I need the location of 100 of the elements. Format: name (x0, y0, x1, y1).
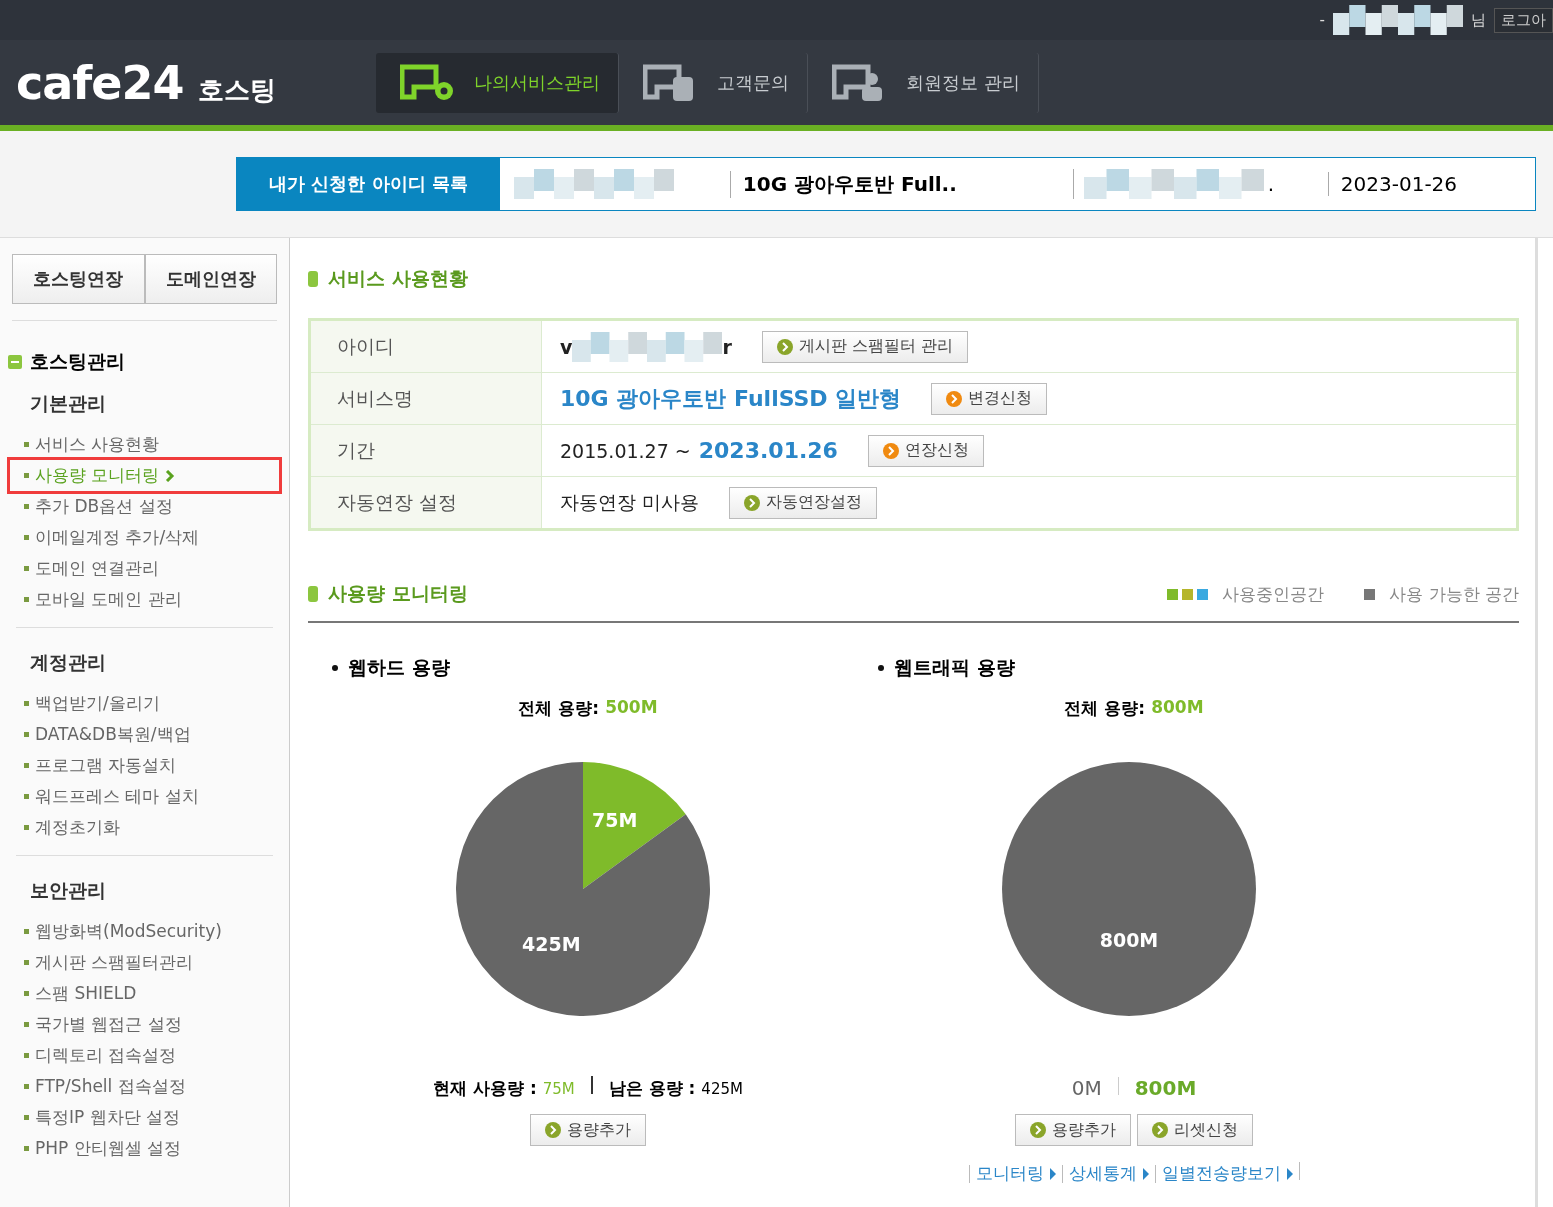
remain-value: 425M (701, 1080, 743, 1098)
dash: - (1319, 11, 1325, 29)
total-value: 500M (605, 697, 658, 719)
dot: . (1267, 172, 1276, 196)
section-title: 사용량 모니터링 (328, 581, 468, 606)
group-title: 계정관리 (30, 650, 107, 675)
bullet-icon (878, 665, 884, 671)
action-button[interactable]: 게시판 스팸필터 관리 (761, 330, 968, 363)
action-button[interactable]: 연장신청 (867, 434, 984, 467)
bullet-icon (332, 665, 338, 671)
sidebar-item[interactable]: 도메인 연결관리 (10, 553, 279, 584)
collapse-icon[interactable] (8, 355, 22, 369)
extend-button[interactable]: 도메인연장 (144, 254, 277, 304)
sidebar-item[interactable]: 추가 DB옵션 설정 (10, 491, 279, 522)
service-value: 10G 광아우토반 FullSSD 일반형 (560, 384, 902, 413)
user-suffix: 님 (1471, 10, 1486, 30)
id-suffix: r (722, 335, 732, 358)
sidebar-item[interactable]: 국가별 웹접근 설정 (10, 1009, 279, 1040)
slice-label: 425M (522, 933, 581, 956)
slice-label: 75M (592, 808, 638, 831)
used-value: 75M (542, 1080, 575, 1098)
nav-tab[interactable]: 고객문의 (619, 52, 808, 113)
monitor-gear-icon (400, 62, 456, 103)
nav-tab[interactable]: 나의서비스관리 (376, 52, 619, 113)
slice-label: 800M (1099, 929, 1159, 951)
sidebar-item[interactable]: 웹방화벽(ModSecurity) (10, 916, 279, 947)
bullet-icon (24, 701, 29, 706)
period-start: 2015.01.27 ~ (560, 440, 691, 462)
bullet-icon (24, 960, 29, 965)
sidebar-item[interactable]: FTP/Shell 접속설정 (10, 1071, 279, 1102)
action-button[interactable]: 용량추가 (530, 1114, 646, 1146)
bullet-icon (24, 929, 29, 934)
bullet-icon (24, 1084, 29, 1089)
bullet-icon (24, 1053, 29, 1058)
chevron-icon (165, 469, 176, 482)
row-label: 기간 (311, 425, 542, 476)
arrow-circle-icon (545, 1122, 561, 1138)
sidebar-item[interactable]: 계정초기화 (10, 812, 279, 843)
sidebar-item[interactable]: 서비스 사용현황 (10, 429, 279, 460)
bullet-icon (24, 442, 29, 447)
id-prefix: v (560, 335, 573, 358)
bullet-icon (24, 504, 29, 509)
sidebar-item[interactable]: 프로그램 자동설치 (10, 750, 279, 781)
action-button[interactable]: 자동연장설정 (729, 486, 878, 519)
panel-title: 웹하드 용량 (348, 655, 450, 680)
group-title: 기본관리 (30, 391, 107, 416)
title-icon (308, 586, 318, 602)
sidebar-item[interactable]: 스팸 SHIELD (10, 978, 279, 1009)
action-button[interactable]: 용량추가 (1015, 1114, 1131, 1146)
logout-button[interactable]: 로그아 (1494, 7, 1553, 33)
link[interactable]: 모니터링 (975, 1162, 1044, 1185)
bullet-icon (24, 763, 29, 768)
legend-label: 사용중인공간 (1222, 582, 1325, 606)
id-list-title: 내가 신청한 아이디 목록 (237, 158, 500, 210)
bullet-icon (24, 1022, 29, 1027)
sidebar-item[interactable]: 특정IP 웹차단 설정 (10, 1102, 279, 1133)
row-value: 자동연장 미사용 (560, 489, 700, 515)
legend-label: 사용 가능한 공간 (1389, 582, 1519, 606)
used-label: 현재 사용량 : (433, 1077, 537, 1100)
remain-label: 남은 용량 : (608, 1077, 696, 1100)
bullet-icon (24, 566, 29, 571)
logo-subtitle: 호스팅 (197, 73, 276, 107)
service-name: 10G 광아우토반 Full.. (729, 170, 1073, 198)
sidebar-item[interactable]: 모바일 도메인 관리 (10, 584, 279, 615)
bullet-icon (24, 991, 29, 996)
sidebar-item[interactable]: DATA&DB복원/백업 (10, 719, 279, 750)
sidebar-item[interactable]: 게시판 스팸필터관리 (10, 947, 279, 978)
row-label: 서비스명 (311, 373, 542, 424)
total-label: 전체 용량: (518, 697, 600, 720)
logo[interactable]: cafe24 (16, 55, 184, 110)
link[interactable]: 상세통계 (1068, 1162, 1137, 1185)
section-title: 서비스 사용현황 (328, 266, 468, 291)
bullet-icon (24, 732, 29, 737)
bullet-icon (24, 825, 29, 830)
action-button[interactable]: 리셋신청 (1137, 1114, 1253, 1146)
row-label: 자동연장 설정 (311, 477, 542, 528)
action-button[interactable]: 변경신청 (931, 382, 1048, 415)
sidebar-item[interactable]: 사용량 모니터링 (10, 460, 279, 491)
extend-button[interactable]: 호스팅연장 (12, 254, 145, 304)
sidebar-item[interactable]: PHP 안티웹셀 설정 (10, 1133, 279, 1164)
triangle-icon (1142, 1167, 1149, 1180)
sidebar-heading: 호스팅관리 (30, 349, 125, 374)
arrow-circle-icon (1152, 1122, 1168, 1138)
sidebar-item[interactable]: 백업받기/올리기 (10, 688, 279, 719)
bullet-icon (24, 473, 29, 478)
total-value: 800M (1151, 697, 1204, 719)
bullet-icon (24, 597, 29, 602)
period-end: 2023.01.26 (698, 438, 838, 463)
sidebar-item[interactable]: 디렉토리 접속설정 (10, 1040, 279, 1071)
sidebar-item[interactable]: 워드프레스 테마 설치 (10, 781, 279, 812)
triangle-icon (1049, 1167, 1056, 1180)
title-icon (308, 271, 318, 287)
bullet-icon (24, 794, 29, 799)
link[interactable]: 일별전송량보기 (1161, 1162, 1281, 1185)
min-value: 0M (1071, 1076, 1102, 1100)
max-value: 800M (1134, 1076, 1197, 1100)
nav-tab[interactable]: 회원정보 관리 (808, 52, 1039, 113)
bullet-icon (24, 1115, 29, 1120)
group-title: 보안관리 (30, 878, 107, 903)
sidebar-item[interactable]: 이메일계정 추가/삭제 (10, 522, 279, 553)
